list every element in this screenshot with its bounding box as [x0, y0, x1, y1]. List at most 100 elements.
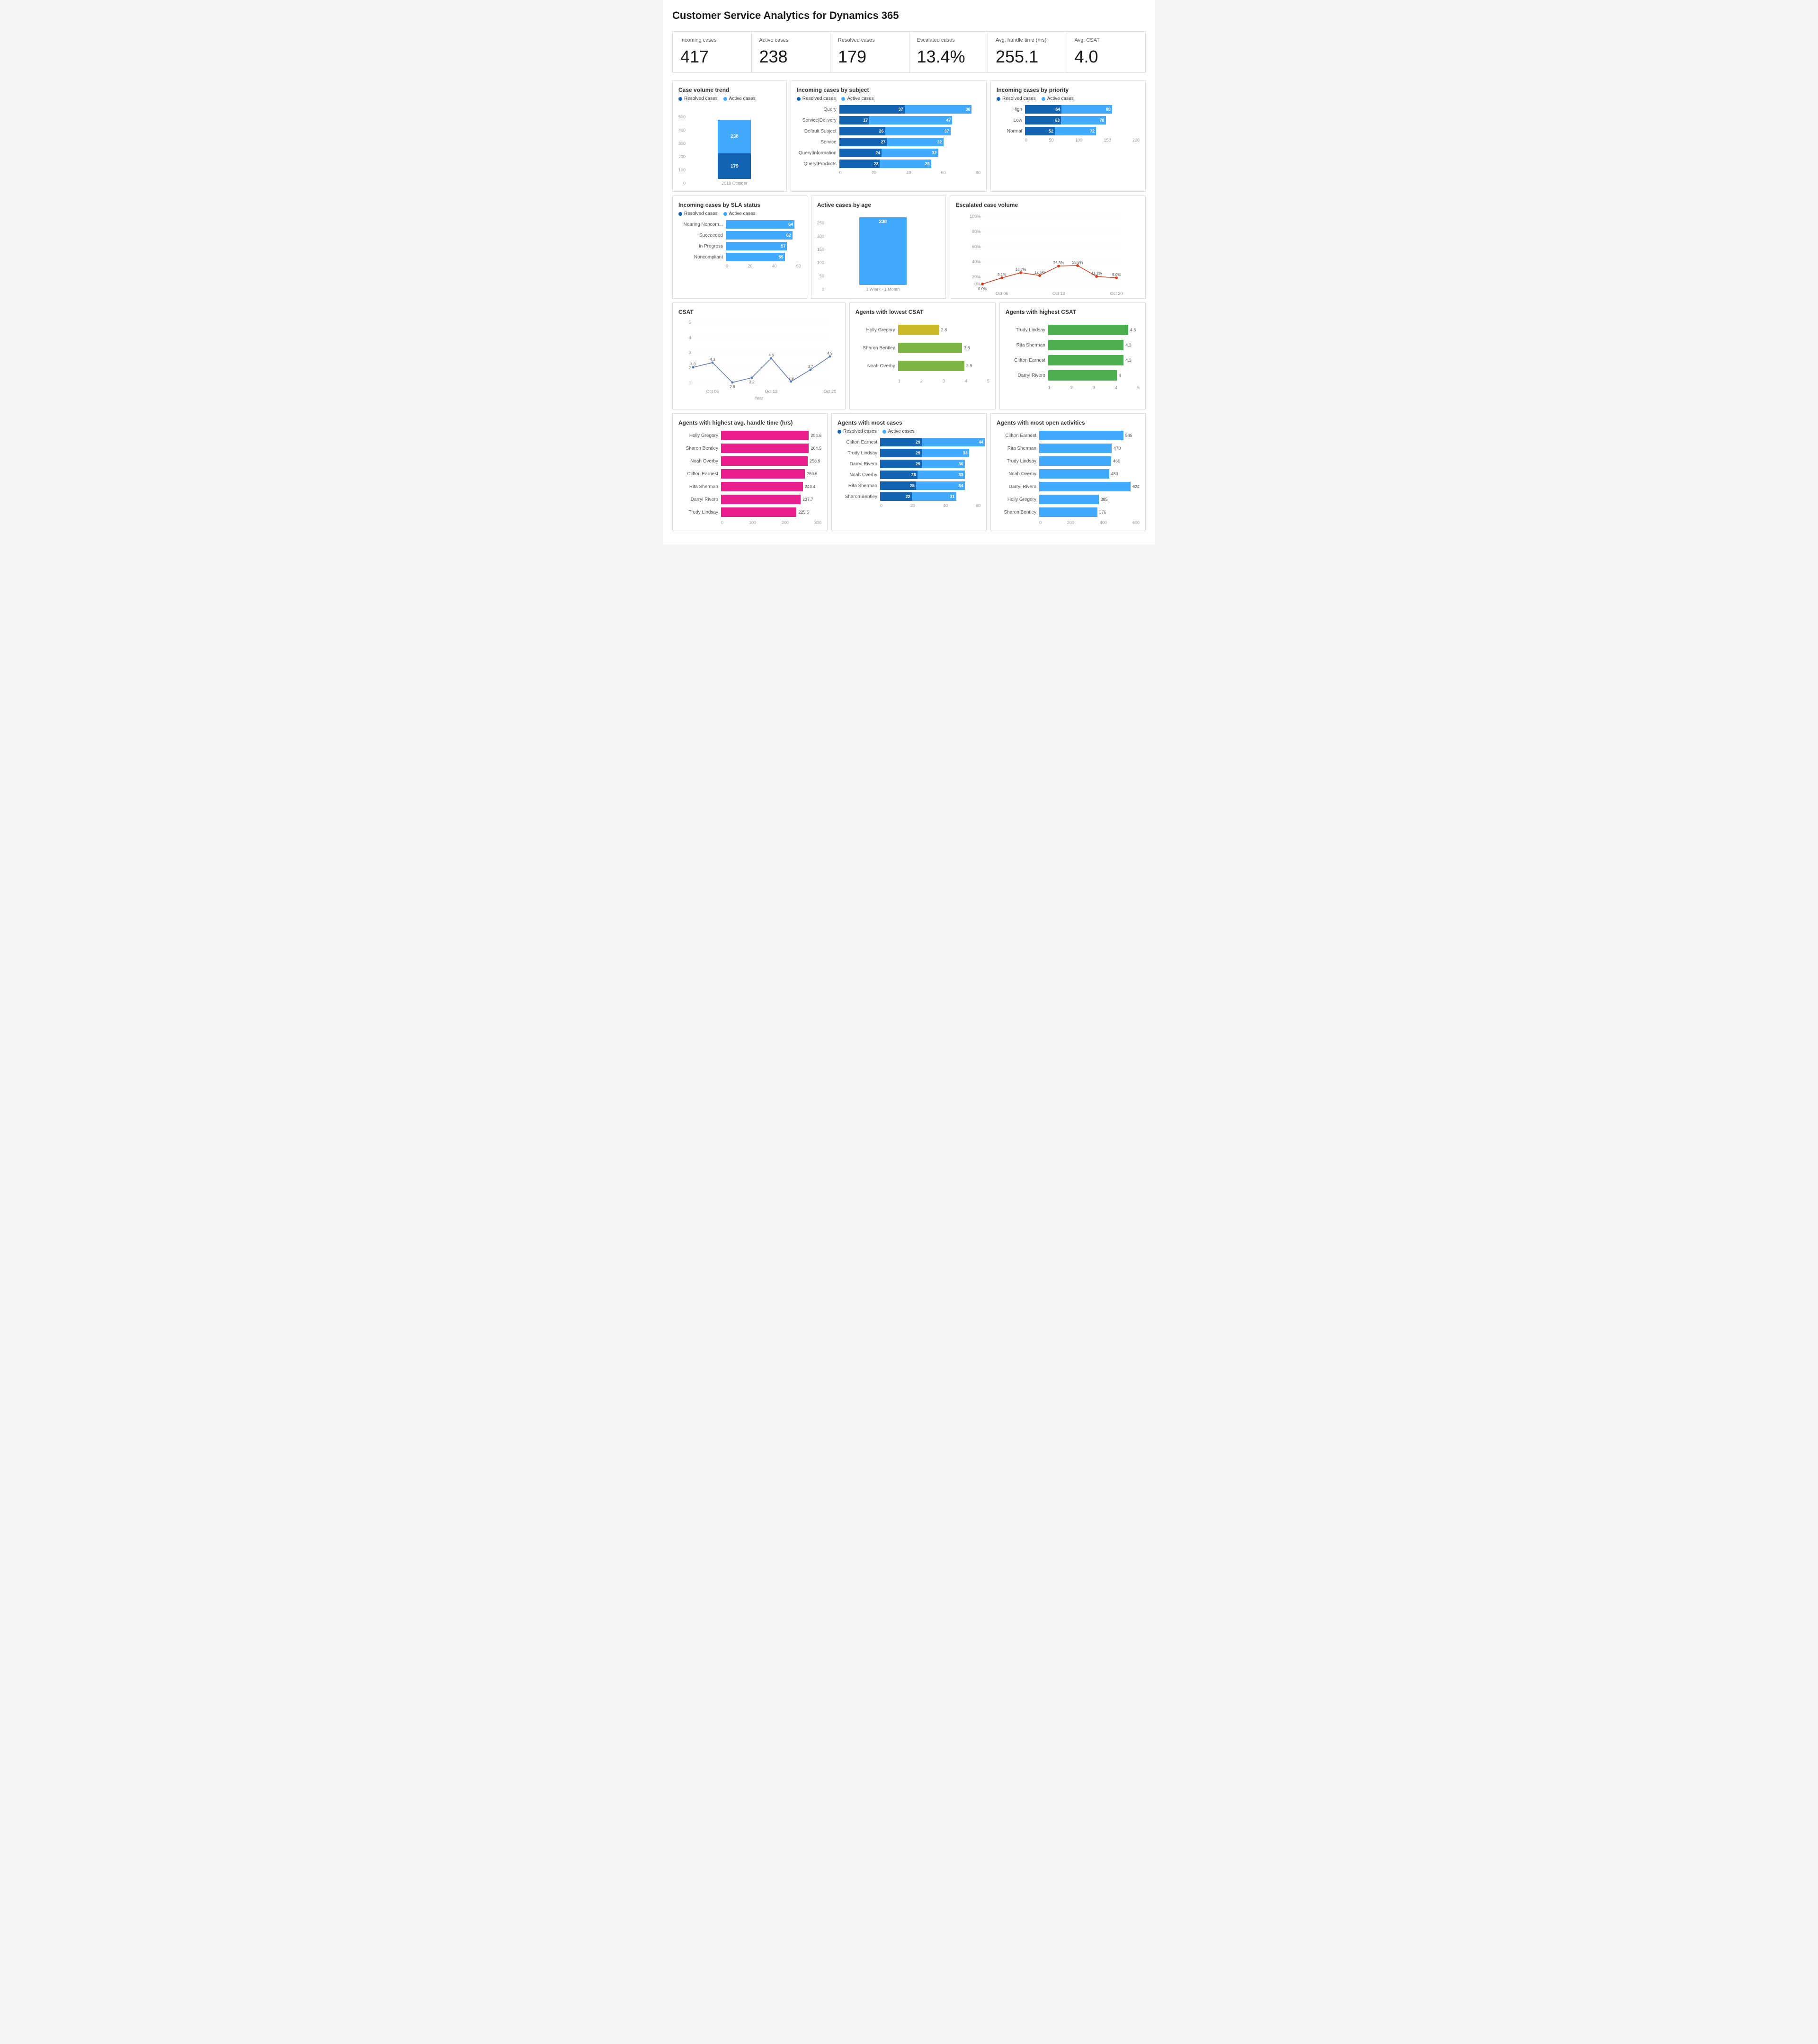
- svg-text:4.9: 4.9: [827, 351, 833, 355]
- hcsat-bar-row: Rita Sherman 4.3: [1006, 340, 1140, 350]
- bar-value: 385: [1101, 497, 1108, 502]
- resolved-seg: 27: [839, 138, 887, 146]
- bar-label: Trudy Lindsay: [678, 510, 721, 515]
- bar-row: In Progress 57: [678, 242, 801, 250]
- bar-label: Sharon Bentley: [838, 494, 880, 499]
- x-axis-val: 0: [839, 170, 842, 175]
- resolved-seg: 29: [880, 449, 922, 457]
- bar-row: High 64 88: [997, 105, 1140, 114]
- x-axis-val: 400: [1100, 520, 1107, 525]
- kpi-active-value: 238: [759, 47, 823, 67]
- yaxis-500: 500: [678, 115, 686, 119]
- most-cases-bars: Clifton Earnest 29 44 Trudy Lindsay 29 3…: [838, 438, 980, 508]
- priority-legend-active-dot: [1042, 97, 1045, 101]
- bar-row: Nearing Noncom... 64: [678, 220, 801, 229]
- active-seg: 37: [885, 127, 951, 135]
- bar-label: Trudy Lindsay: [997, 459, 1039, 464]
- hcsat-bar-label: Rita Sherman: [1006, 343, 1048, 348]
- escalated-svg-container: 100% 80% 60% 40% 20% 0%: [956, 212, 1140, 293]
- active-seg: 64: [726, 220, 794, 229]
- bar-value: 294.6: [811, 433, 821, 438]
- active-age-bar: 238: [859, 217, 907, 285]
- bar-fill: [721, 456, 808, 466]
- kpi-incoming-label: Incoming cases: [680, 37, 744, 43]
- csat-bar-fill: [898, 343, 962, 353]
- sla-status-chart: Incoming cases by SLA status Resolved ca…: [672, 196, 807, 299]
- bar-fill: [721, 482, 803, 491]
- x-axis-val: 60: [796, 264, 801, 268]
- bar-fill: [721, 469, 805, 479]
- kpi-row: Incoming cases 417 Active cases 238 Reso…: [672, 31, 1146, 73]
- x-axis-val: 20: [872, 170, 876, 175]
- svg-text:16.7%: 16.7%: [1016, 267, 1026, 272]
- most-open-activities-title: Agents with most open activities: [997, 419, 1140, 426]
- charts-row-1: Case volume trend Resolved cases Active …: [672, 80, 1146, 192]
- resolved-seg: 23: [839, 160, 880, 168]
- resolved-seg: 26: [880, 471, 918, 479]
- bar-row: Clifton Earnest 250.6: [678, 469, 821, 479]
- bar-label: Trudy Lindsay: [838, 451, 880, 456]
- lowest-csat-title: Agents with lowest CSAT: [856, 309, 989, 315]
- bar-label: Query|Products: [797, 161, 839, 167]
- age-yaxis-50: 50: [817, 274, 824, 278]
- bar-row: Succeeded 62: [678, 231, 801, 240]
- active-seg: 88: [1061, 105, 1112, 114]
- active-seg: 30: [922, 460, 965, 468]
- csat-svg: 5 4 3 2 1: [678, 318, 839, 396]
- bar-label: Rita Sherman: [997, 446, 1039, 451]
- active-by-age-title: Active cases by age: [817, 202, 940, 208]
- case-volume-trend-legend: Resolved cases Active cases: [678, 96, 781, 101]
- bar-label: Clifton Earnest: [997, 433, 1039, 438]
- case-volume-trend-chart: Case volume trend Resolved cases Active …: [672, 80, 787, 192]
- x-axis-val: 60: [941, 170, 946, 175]
- kpi-resolved-label: Resolved cases: [838, 37, 901, 43]
- bar-label: Nearing Noncom...: [678, 222, 726, 227]
- hcsat-bar-label: Darryl Rivero: [1006, 373, 1048, 378]
- x-axis-val: 0: [721, 520, 723, 525]
- svg-text:3.7: 3.7: [808, 364, 813, 369]
- bar-row: Rita Sherman 25 34: [838, 481, 980, 490]
- hcsat-bar-row: Darryl Rivero 4: [1006, 370, 1140, 381]
- x-axis-val: 80: [976, 170, 980, 175]
- x-axis-val: 0: [880, 503, 882, 508]
- x-axis-val: 0: [1025, 138, 1027, 142]
- active-seg: 31: [912, 492, 956, 501]
- svg-text:Oct 13: Oct 13: [1052, 291, 1065, 296]
- page-title: Customer Service Analytics for Dynamics …: [672, 9, 1146, 22]
- legend-resolved-label: Resolved cases: [684, 96, 718, 101]
- active-seg: 57: [726, 242, 787, 250]
- csat-x-axis: 12345: [856, 379, 989, 383]
- bar-fill: [1039, 456, 1111, 466]
- bar-label: Noah Overby: [678, 459, 721, 464]
- x-axis-val: 40: [906, 170, 911, 175]
- charts-row-3: CSAT 5 4 3 2 1: [672, 302, 1146, 409]
- x-axis-val: 60: [976, 503, 980, 508]
- sla-status-title: Incoming cases by SLA status: [678, 202, 801, 208]
- incoming-by-subject-legend: Resolved cases Active cases: [797, 96, 980, 101]
- bar-label: High: [997, 107, 1025, 112]
- subject-legend-active: Active cases: [847, 96, 873, 101]
- yaxis-300: 300: [678, 141, 686, 146]
- handle-time-bars: Holly Gregory 294.6 Sharon Bentley 284.5…: [678, 431, 821, 525]
- legend-active-label: Active cases: [729, 96, 756, 101]
- escalated-volume-title: Escalated case volume: [956, 202, 1140, 208]
- bar-value: 470: [1114, 446, 1121, 451]
- bar-fill: [1039, 507, 1097, 517]
- svg-text:11.1%: 11.1%: [1091, 271, 1102, 275]
- bar-label: Rita Sherman: [838, 483, 880, 489]
- hcsat-bar-fill: [1048, 340, 1123, 350]
- kpi-handle-time-label: Avg. handle time (hrs): [996, 37, 1059, 43]
- svg-text:9.1%: 9.1%: [998, 273, 1006, 277]
- age-yaxis-250: 250: [817, 221, 824, 225]
- active-seg: 29: [880, 160, 931, 168]
- priority-legend-resolved-dot: [997, 97, 1000, 101]
- x-axis: 0 20 40 60 80: [797, 170, 980, 175]
- bar-fill: [721, 507, 796, 517]
- bar-label: Service: [797, 140, 839, 145]
- bar-label: Rita Sherman: [678, 484, 721, 489]
- svg-text:26.9%: 26.9%: [1072, 260, 1083, 265]
- csat-title: CSAT: [678, 309, 839, 315]
- csat-chart: CSAT 5 4 3 2 1: [672, 302, 846, 409]
- hcsat-bar-value: 4.5: [1130, 328, 1136, 332]
- csat-svg-container: 5 4 3 2 1: [678, 318, 839, 403]
